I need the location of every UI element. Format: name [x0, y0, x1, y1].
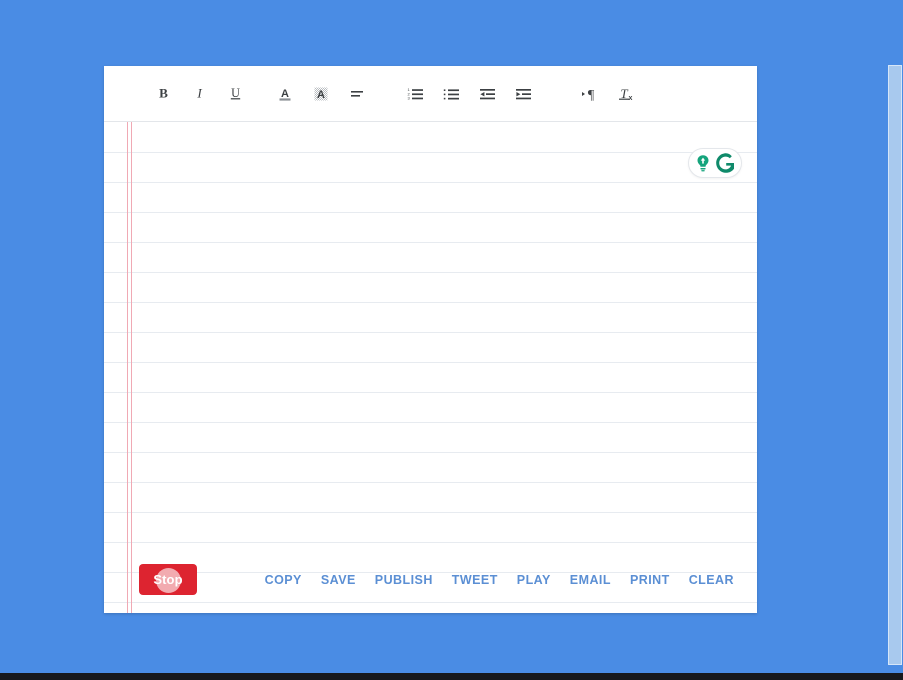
underline-icon: U [228, 86, 243, 101]
svg-text:¶: ¶ [587, 88, 594, 102]
record-stop-button[interactable]: Stop [139, 564, 197, 595]
toolbar-group-color: A A [271, 80, 371, 108]
publish-link[interactable]: PUBLISH [375, 573, 433, 587]
svg-text:A: A [281, 88, 289, 100]
highlight-color-button[interactable]: A [307, 80, 335, 108]
toolbar-group-paragraph: ¶ T x [575, 80, 639, 108]
indent-icon [515, 86, 532, 102]
browser-bottom-bar [0, 673, 903, 680]
print-link[interactable]: PRINT [630, 573, 670, 587]
highlight-color-icon: A [313, 86, 329, 102]
svg-text:B: B [159, 86, 168, 101]
ordered-list-button[interactable]: 1 2 3 [401, 80, 429, 108]
action-links-bar: COPY SAVE PUBLISH TWEET PLAY EMAIL PRINT… [265, 564, 734, 595]
tweet-link[interactable]: TWEET [452, 573, 498, 587]
formatting-toolbar: B I U A A 1 2 3 ¶ T x [104, 66, 757, 122]
italic-button[interactable]: I [185, 80, 213, 108]
underline-button[interactable]: U [221, 80, 249, 108]
play-link[interactable]: PLAY [517, 573, 551, 587]
bold-button[interactable]: B [149, 80, 177, 108]
unordered-list-icon [443, 86, 460, 102]
page-scrollbar[interactable] [887, 0, 903, 673]
outdent-button[interactable] [473, 80, 501, 108]
save-link[interactable]: SAVE [321, 573, 356, 587]
ordered-list-icon: 1 2 3 [407, 86, 424, 102]
page-scrollbar-thumb[interactable] [888, 65, 902, 665]
clear-formatting-icon: T x [617, 86, 634, 102]
svg-text:x: x [628, 95, 632, 102]
svg-text:I: I [196, 86, 202, 101]
clear-link[interactable]: CLEAR [689, 573, 734, 587]
grammarly-logo-icon [715, 152, 737, 174]
margin-rule-right [131, 66, 132, 613]
outdent-icon [479, 86, 496, 102]
text-color-button[interactable]: A [271, 80, 299, 108]
align-left-icon [349, 86, 365, 102]
toolbar-group-text-style: B I U [149, 80, 249, 108]
copy-link[interactable]: COPY [265, 573, 302, 587]
toolbar-group-lists: 1 2 3 [401, 80, 537, 108]
svg-text:A: A [317, 89, 325, 101]
clear-formatting-button[interactable]: T x [611, 80, 639, 108]
notepad-paper: B I U A A 1 2 3 ¶ T x Stop COPY SAVE PUB… [104, 66, 757, 613]
svg-text:3: 3 [407, 95, 410, 100]
email-link[interactable]: EMAIL [570, 573, 611, 587]
record-button-label: Stop [153, 572, 183, 587]
indent-button[interactable] [509, 80, 537, 108]
grammarly-badge[interactable] [688, 148, 742, 178]
paragraph-direction-button[interactable]: ¶ [575, 80, 603, 108]
speech-text-editor[interactable] [134, 128, 746, 553]
bold-icon: B [156, 86, 171, 101]
unordered-list-button[interactable] [437, 80, 465, 108]
svg-text:U: U [231, 86, 240, 100]
text-color-icon: A [277, 86, 293, 102]
paragraph-direction-icon: ¶ [581, 86, 598, 102]
align-button[interactable] [343, 80, 371, 108]
lightbulb-icon [693, 153, 713, 173]
margin-rule-left [127, 66, 128, 613]
italic-icon: I [192, 86, 207, 101]
